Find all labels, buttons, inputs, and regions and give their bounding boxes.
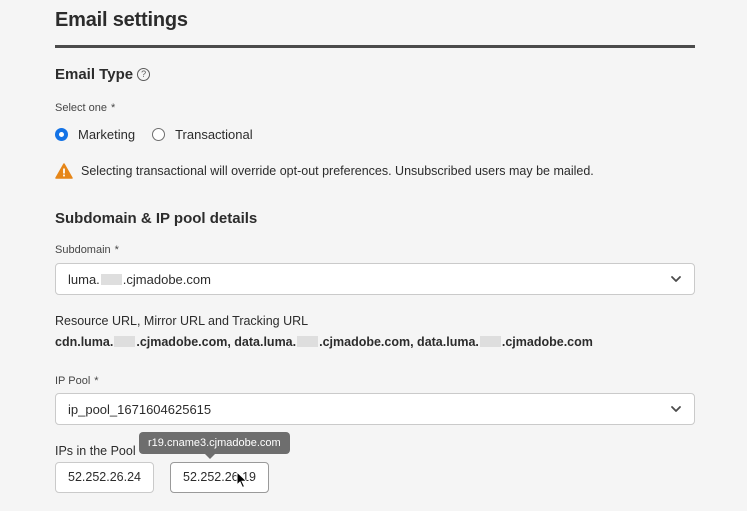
ip-pool-label: IP Pool * xyxy=(55,375,99,387)
subdomain-value: luma. .cjmadobe.com xyxy=(68,272,211,287)
required-marker: * xyxy=(94,375,99,387)
select-one-label-text: Select one xyxy=(55,102,107,114)
url-part: .cjmadobe.com xyxy=(501,335,593,349)
redacted-block xyxy=(100,273,122,285)
ip-tag[interactable]: 52.252.26.19 xyxy=(170,462,269,493)
ip-tag[interactable]: 52.252.26.24 xyxy=(55,462,154,493)
ip-hostname-tooltip: r19.cname3.cjmadobe.com xyxy=(139,432,290,459)
radio-marketing-label[interactable]: Marketing xyxy=(78,127,135,142)
warning-text: Selecting transactional will override op… xyxy=(81,164,594,178)
radio-transactional[interactable]: Transactional xyxy=(152,127,253,142)
mouse-cursor-icon xyxy=(236,471,248,489)
email-type-heading: Email Type? xyxy=(55,66,151,83)
required-marker: * xyxy=(110,102,116,114)
chevron-down-icon[interactable] xyxy=(670,404,682,414)
ip-pool-select[interactable]: ip_pool_1671604625615 xyxy=(55,393,695,425)
subdomain-section-heading: Subdomain & IP pool details xyxy=(55,210,258,227)
url-part: .cjmadobe.com, data.luma. xyxy=(136,335,297,349)
page-title: Email settings xyxy=(55,9,188,31)
urls-value: cdn.luma. .cjmadobe.com, data.luma. .cjmad… xyxy=(55,335,593,349)
subdomain-select[interactable]: luma. .cjmadobe.com xyxy=(55,263,695,295)
email-type-radio-group: Marketing Transactional xyxy=(55,127,253,142)
subdomain-label-text: Subdomain xyxy=(55,244,111,256)
radio-transactional-label[interactable]: Transactional xyxy=(175,127,253,142)
radio-transactional-button[interactable] xyxy=(152,128,166,141)
urls-label: Resource URL, Mirror URL and Tracking UR… xyxy=(55,314,309,328)
select-one-label: Select one * xyxy=(55,102,115,114)
subdomain-label: Subdomain * xyxy=(55,244,119,256)
required-marker: * xyxy=(114,244,119,256)
title-divider xyxy=(55,45,695,48)
radio-marketing-button[interactable] xyxy=(55,128,68,141)
chevron-down-icon[interactable] xyxy=(670,274,682,284)
help-icon[interactable]: ? xyxy=(137,68,151,81)
ip-pool-value: ip_pool_1671604625615 xyxy=(68,401,212,417)
subdomain-value-prefix: luma. xyxy=(68,271,100,287)
redacted-block xyxy=(114,336,136,347)
alert-triangle-icon xyxy=(55,163,73,179)
url-part: .cjmadobe.com, data.luma. xyxy=(319,335,479,349)
ips-in-pool-label: IPs in the Pool xyxy=(55,444,136,458)
redacted-block xyxy=(297,336,319,347)
ip-pool-label-text: IP Pool xyxy=(55,375,91,387)
radio-marketing[interactable]: Marketing xyxy=(55,127,135,142)
redacted-block xyxy=(479,336,501,347)
transactional-warning: Selecting transactional will override op… xyxy=(55,163,594,179)
email-type-heading-text: Email Type xyxy=(55,66,134,83)
url-part: cdn.luma. xyxy=(55,335,114,349)
subdomain-value-suffix: .cjmadobe.com xyxy=(122,271,211,287)
